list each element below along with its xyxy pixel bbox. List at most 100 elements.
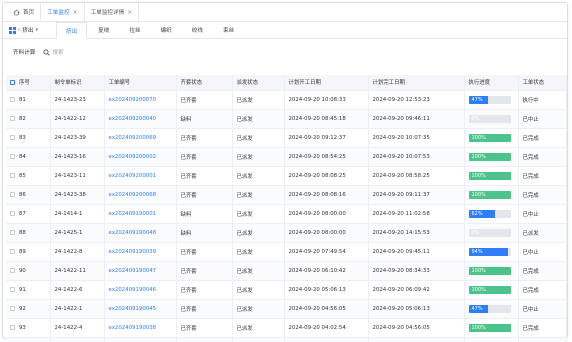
- tab-stranding[interactable]: 绞线: [183, 22, 212, 38]
- cell-work-order-no[interactable]: ex202409200070: [104, 90, 177, 110]
- table-header-row: 序号 制令单标识 工单编号 齐套状态 派发状态 计划开工日期 计划完工日期 执行…: [6, 75, 567, 91]
- table-row[interactable]: 83 24-1423-39 ex202409200069 已齐套 已派发 2024-09-…: [6, 128, 567, 148]
- select-all-checkbox[interactable]: [10, 80, 15, 86]
- close-icon[interactable]: ×: [127, 9, 132, 16]
- tab-rewinding[interactable]: 复绕: [89, 22, 118, 38]
- col-progress[interactable]: 执行进度: [464, 75, 519, 91]
- col-status[interactable]: 工单状态: [518, 75, 567, 91]
- table-row[interactable]: 92 24-1422-1 ex202409190045 已齐套 已派发 2024-09-2…: [6, 299, 567, 319]
- row-checkbox[interactable]: [10, 229, 15, 235]
- table-row[interactable]: 93 24-1422-4 ex202409190038 已齐套 已派发 2024-09-2…: [6, 318, 567, 338]
- table-row[interactable]: 86 24-1423-38 ex202409200068 已齐套 已派发 2024-09-…: [6, 185, 567, 205]
- cell-dispatch-status: 已派发: [232, 166, 285, 186]
- cell-work-order-no[interactable]: ex202409190048: [104, 223, 177, 243]
- progress-bar: 47%: [468, 304, 511, 313]
- cell-work-order-no[interactable]: ex202409190037: [104, 337, 177, 342]
- table-row[interactable]: 90 24-1422-11 ex202409190047 已齐套 已派发 2024-09-…: [6, 261, 567, 281]
- progress-label: 0%: [471, 115, 480, 122]
- col-planned-start[interactable]: 计划开工日期: [284, 75, 369, 91]
- tab-drawing[interactable]: 拉丝: [120, 22, 149, 38]
- process-selector[interactable]: › 挤出 ▾: [18, 26, 38, 34]
- table-row[interactable]: 91 24-1422-6 ex202409190046 已齐套 已派发 2024-09-2…: [6, 280, 567, 300]
- cell-kit-status: 已齐套: [176, 261, 233, 281]
- tab-braiding[interactable]: 编织: [152, 22, 181, 38]
- col-planned-end[interactable]: 计划完工日期: [368, 75, 465, 91]
- tab-work-order-monitor[interactable]: 工单监控 ×: [41, 3, 85, 21]
- search-field[interactable]: 搜索: [43, 48, 64, 56]
- col-order-id[interactable]: 制令单标识: [50, 75, 105, 91]
- row-checkbox[interactable]: [10, 210, 15, 216]
- tab-work-order-detail-label: 工单监控详情: [90, 10, 125, 16]
- cell-work-order-no[interactable]: ex202409190038: [104, 318, 177, 338]
- row-checkbox[interactable]: [10, 248, 15, 254]
- cell-planned-start: 2024-09-20 08:00:00: [284, 204, 369, 224]
- progress-label: 47%: [471, 305, 483, 312]
- row-checkbox[interactable]: [10, 115, 15, 121]
- row-checkbox[interactable]: [10, 324, 15, 330]
- table-row[interactable]: 87 24-1414-1 ex202409190001 缺料 已派发 2024-09-20…: [6, 204, 567, 224]
- cell-order-id: 24-1423-39: [50, 128, 105, 148]
- row-checkbox[interactable]: [10, 172, 15, 178]
- cell-seq: 90: [6, 261, 51, 281]
- cell-dispatch-status: 已派发: [232, 109, 285, 129]
- process-tabs: 挤出 复绕 拉丝 编织 绞线 束丝: [55, 22, 245, 39]
- cell-work-order-no[interactable]: ex202409200001: [104, 166, 177, 186]
- cell-planned-end: 2024-09-20 05:06:13: [368, 299, 465, 319]
- table-row[interactable]: 85 24-1423-11 ex202409200001 已齐套 已派发 2024-09-…: [6, 166, 567, 186]
- row-checkbox[interactable]: [10, 96, 15, 102]
- cell-seq: 82: [6, 109, 51, 129]
- table-row[interactable]: 9424-1422-3ex202409190037已齐套已派发2024-09-2…: [6, 337, 567, 342]
- col-kit-status[interactable]: 齐套状态: [176, 75, 233, 91]
- cell-work-order-no[interactable]: ex202409200002: [104, 147, 177, 167]
- cell-planned-end: 2024-09-20 08:34:33: [368, 261, 465, 281]
- cell-status: 已派发: [518, 223, 567, 243]
- table-row[interactable]: 82 24-1422-12 ex202409200040 缺料 已派发 2024-09-2…: [6, 109, 567, 129]
- cell-work-order-no[interactable]: ex202409190047: [104, 261, 177, 281]
- tab-extrusion[interactable]: 挤出: [55, 22, 88, 39]
- cell-work-order-no[interactable]: ex202409190039: [104, 242, 177, 262]
- row-checkbox[interactable]: [10, 286, 15, 292]
- tab-home[interactable]: 首页: [7, 3, 42, 21]
- cell-planned-end: 2024-09-20 10:07:35: [368, 128, 465, 148]
- table-row[interactable]: 89 24-1422-8 ex202409190039 已齐套 已派发 2024-09-2…: [6, 242, 567, 262]
- progress-label: 100%: [471, 267, 486, 274]
- table-row[interactable]: 81 24-1423-23 ex202409200070 已齐套 已派发 2024-09-…: [6, 90, 567, 110]
- progress-bar: 100%: [468, 171, 511, 180]
- cell-progress: 100%: [464, 261, 519, 281]
- cell-dispatch-status: 已派发: [232, 280, 285, 300]
- cell-work-order-no[interactable]: ex202409200068: [104, 185, 177, 205]
- cell-dispatch-status: 已派发: [232, 242, 285, 262]
- tab-home-label: 首页: [23, 10, 35, 16]
- cell-work-order-no[interactable]: ex202409190001: [104, 204, 177, 224]
- cell-work-order-no[interactable]: ex202409190046: [104, 280, 177, 300]
- row-number: 86: [19, 191, 26, 198]
- process-toolbar: › 挤出 ▾ 挤出 复绕 拉丝 编织 绞线 束丝: [3, 22, 567, 39]
- progress-label: 0%: [471, 229, 480, 236]
- cell-work-order-no[interactable]: ex202409200040: [104, 109, 177, 129]
- cell-planned-end: 2024-09-20 14:15:53: [368, 223, 465, 243]
- row-checkbox[interactable]: [10, 134, 15, 140]
- col-seq[interactable]: 序号: [6, 75, 51, 91]
- cell-work-order-no[interactable]: ex202409200069: [104, 128, 177, 148]
- row-checkbox[interactable]: [10, 191, 15, 197]
- cell-work-order-no[interactable]: ex202409190045: [104, 299, 177, 319]
- cell-planned-end: 2024-09-20 08:58:25: [368, 166, 465, 186]
- row-checkbox[interactable]: [10, 153, 15, 159]
- close-icon[interactable]: ×: [73, 9, 78, 16]
- col-work-order-no[interactable]: 工单编号: [104, 75, 177, 91]
- cell-seq: 92: [6, 299, 51, 319]
- cell-order-id: 24-1422-11: [50, 261, 105, 281]
- table-row[interactable]: 88 24-1425-1 ex202409190048 缺料 已派发 2024-09-20…: [6, 223, 567, 243]
- row-checkbox[interactable]: [10, 305, 15, 311]
- cell-order-id: 24-1422-4: [50, 318, 105, 338]
- tab-bunching[interactable]: 束丝: [214, 22, 243, 38]
- cell-planned-end: 2024-09-20 09:45:11: [368, 242, 465, 262]
- col-dispatch-status[interactable]: 派发状态: [232, 75, 285, 91]
- material-calc-button[interactable]: 齐料计算: [11, 47, 37, 57]
- tab-work-order-detail[interactable]: 工单监控详情 ×: [85, 3, 140, 21]
- grid-menu-icon[interactable]: [9, 26, 16, 34]
- cell-progress: 100%: [464, 185, 519, 205]
- table-row[interactable]: 84 24-1423-16 ex202409200002 已齐套 已派发 2024-09-…: [6, 147, 567, 167]
- cell-status: 已中止: [518, 109, 567, 129]
- row-checkbox[interactable]: [10, 267, 15, 273]
